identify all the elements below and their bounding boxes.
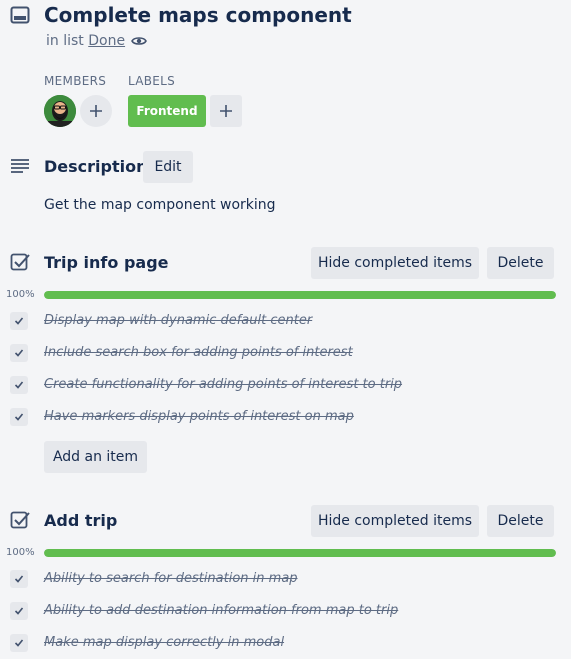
checklist-icon <box>10 511 30 531</box>
hide-completed-button[interactable]: Hide completed items <box>311 247 479 279</box>
list-link[interactable]: Done <box>88 33 125 49</box>
eye-icon[interactable] <box>131 33 147 49</box>
checklist-item[interactable]: Include search box for adding points of … <box>44 344 353 362</box>
labels-heading: LABELS <box>128 74 176 88</box>
check-icon <box>14 413 24 421</box>
delete-checklist-button[interactable]: Delete <box>487 505 554 537</box>
checkbox[interactable] <box>10 570 28 588</box>
description-text[interactable]: Get the map component working <box>44 196 276 214</box>
add-label-button[interactable] <box>210 95 242 127</box>
members-heading: MEMBERS <box>44 74 107 88</box>
in-list-prefix: in list <box>46 33 84 49</box>
description-heading: Description <box>44 157 148 176</box>
checkbox[interactable] <box>10 312 28 330</box>
progress-percent: 100% <box>6 547 35 558</box>
checkbox[interactable] <box>10 344 28 362</box>
avatar[interactable] <box>44 95 76 127</box>
hide-completed-button[interactable]: Hide completed items <box>311 505 479 537</box>
add-member-button[interactable] <box>80 95 112 127</box>
checklist-item[interactable]: Make map display correctly in modal <box>44 634 284 652</box>
progress-bar <box>44 291 556 299</box>
checklist-title[interactable]: Trip info page <box>44 253 169 273</box>
checklist-item[interactable]: Have markers display points of interest … <box>44 408 354 426</box>
checkbox[interactable] <box>10 602 28 620</box>
checklist-item[interactable]: Ability to search for destination in map <box>44 570 298 588</box>
progress-bar-fill <box>44 291 556 299</box>
checklist-item[interactable]: Display map with dynamic default center <box>44 312 312 330</box>
add-item-button[interactable]: Add an item <box>44 441 147 473</box>
checklist-icon <box>10 253 30 273</box>
checkbox[interactable] <box>10 376 28 394</box>
check-icon <box>14 639 24 647</box>
check-icon <box>14 317 24 325</box>
label-frontend[interactable]: Frontend <box>128 95 206 127</box>
description-icon <box>10 158 30 174</box>
check-icon <box>14 607 24 615</box>
check-icon <box>14 381 24 389</box>
checklist-item[interactable]: Create functionality for adding points o… <box>44 376 402 394</box>
progress-percent: 100% <box>6 289 35 300</box>
check-icon <box>14 575 24 583</box>
list-info: in list Done <box>46 32 125 50</box>
card-icon <box>10 6 30 24</box>
progress-bar-fill <box>44 549 556 557</box>
checklist-item[interactable]: Ability to add destination information f… <box>44 602 398 620</box>
card-title[interactable]: Complete maps component <box>44 2 352 28</box>
check-icon <box>14 349 24 357</box>
delete-checklist-button[interactable]: Delete <box>487 247 554 279</box>
checklist-title[interactable]: Add trip <box>44 511 117 531</box>
checkbox[interactable] <box>10 408 28 426</box>
plus-icon <box>90 105 102 117</box>
edit-description-button[interactable]: Edit <box>143 151 193 183</box>
checkbox[interactable] <box>10 634 28 652</box>
plus-icon <box>220 105 232 117</box>
progress-bar <box>44 549 556 557</box>
